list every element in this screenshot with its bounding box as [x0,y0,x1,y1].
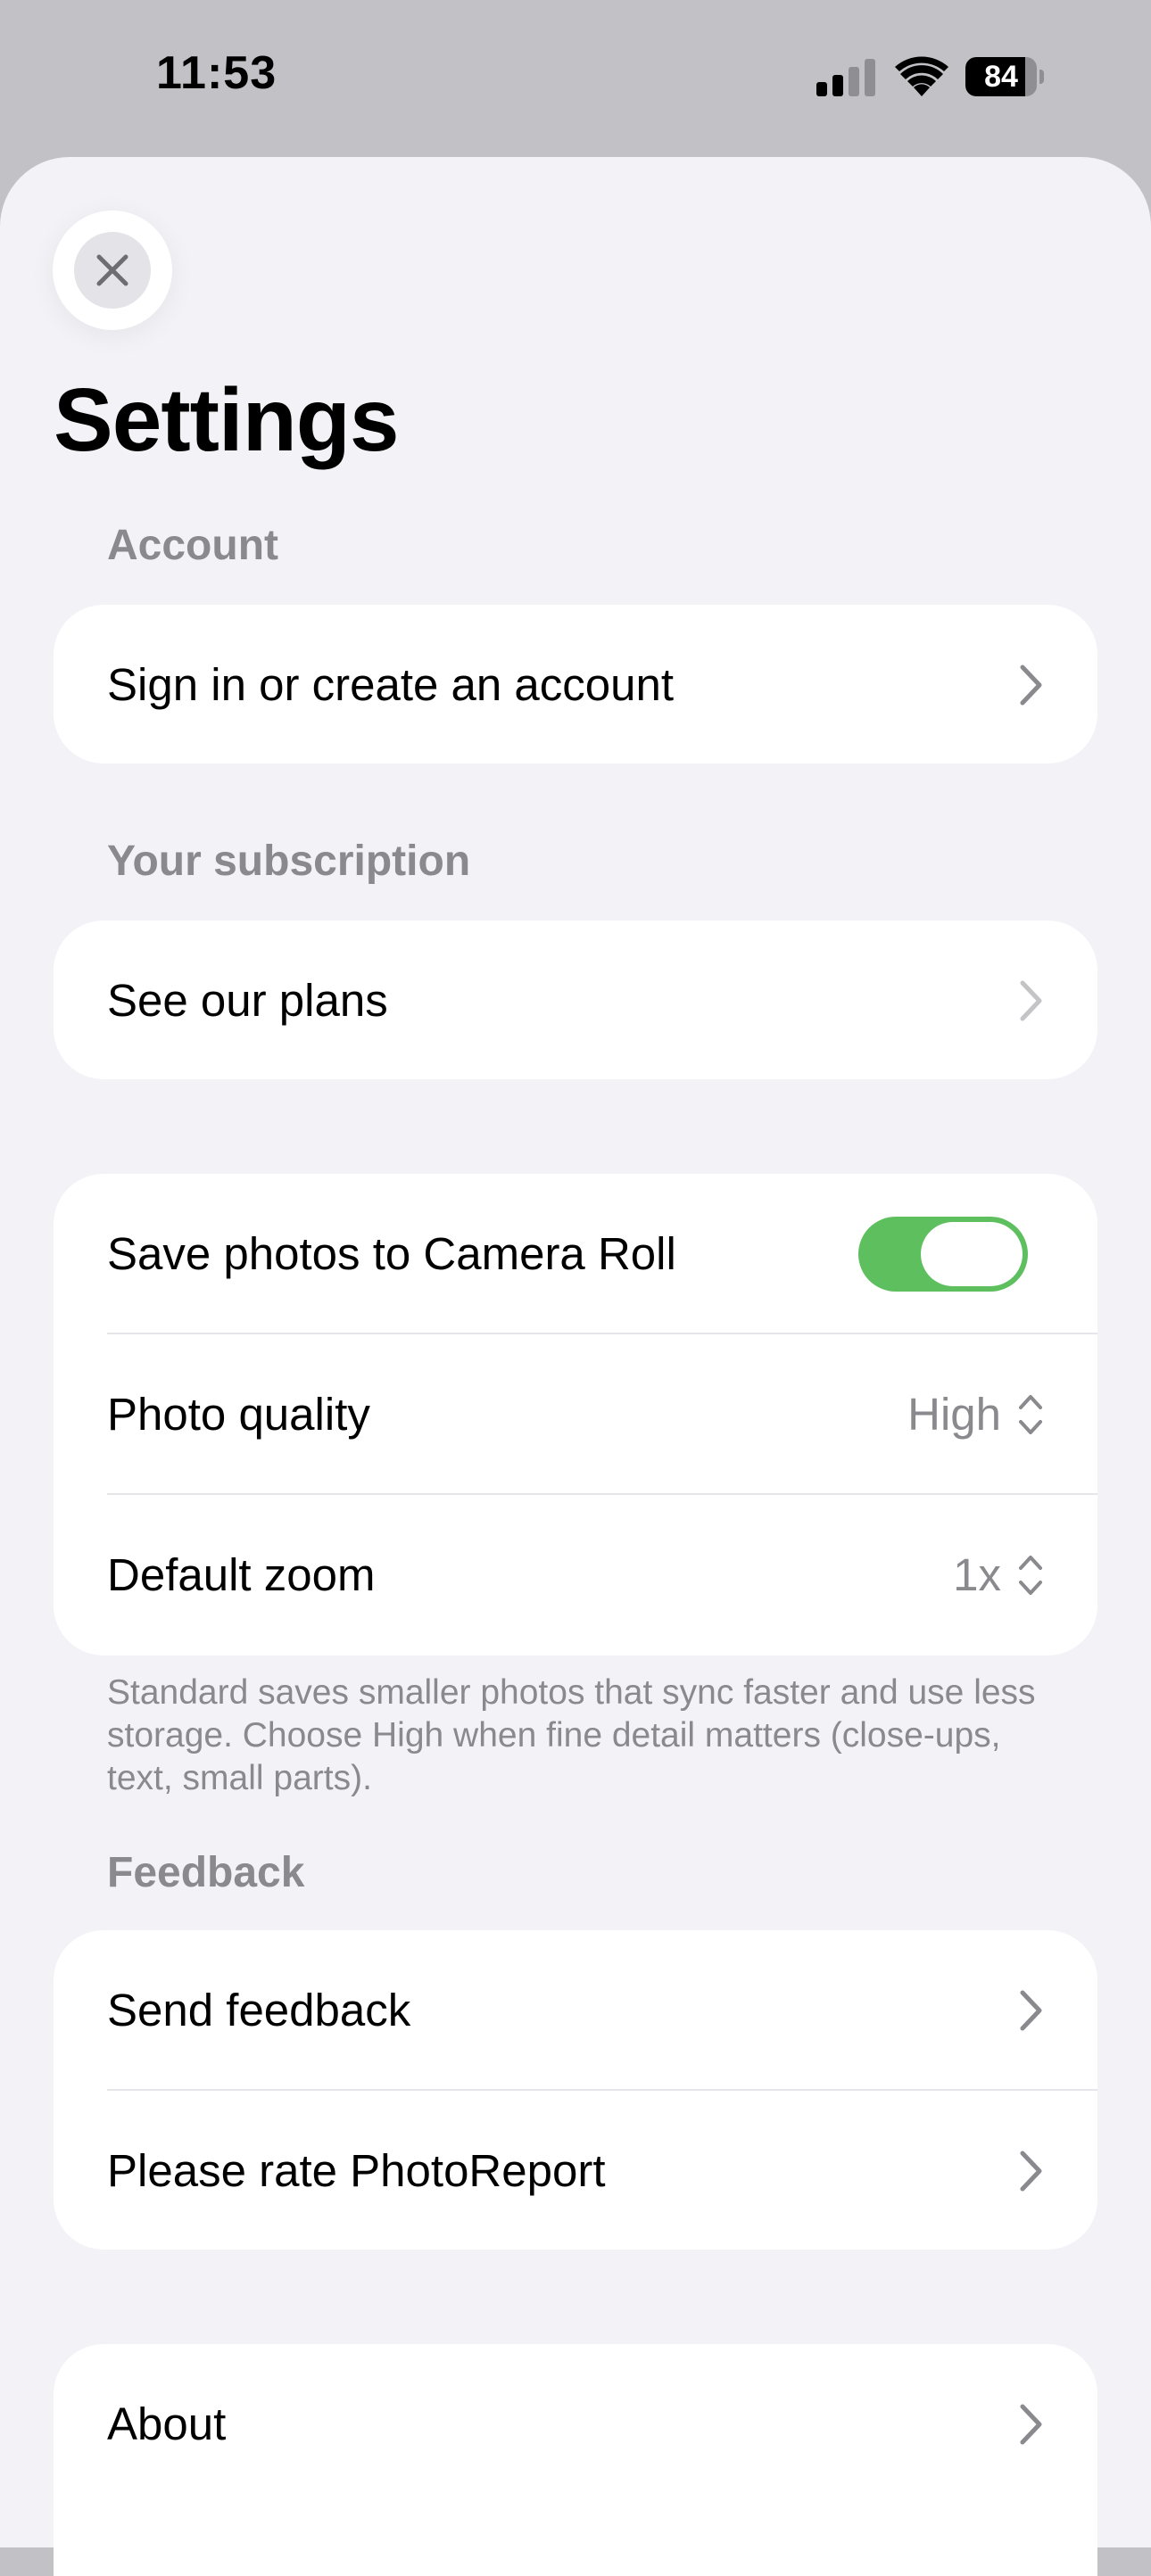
photo-settings-card: Save photos to Camera Roll Photo quality… [54,1174,1097,1655]
save-to-camera-roll-row: Save photos to Camera Roll [54,1174,1097,1334]
photo-quality-value: High [907,1389,1001,1440]
save-to-camera-roll-toggle[interactable] [858,1217,1028,1292]
save-to-camera-roll-label: Save photos to Camera Roll [107,1228,676,1279]
chevron-up-down-icon [1019,1395,1042,1434]
chevron-right-icon [1020,665,1042,706]
status-time: 11:53 [156,47,277,99]
default-zoom-value: 1x [953,1549,1001,1600]
photo-quality-row[interactable]: Photo quality High [54,1334,1097,1495]
subscription-card: See our plans [54,921,1097,1079]
feedback-card: Send feedback Please rate PhotoReport [54,1930,1097,2250]
cellular-signal-icon [816,59,875,96]
about-label: About [107,2398,227,2449]
xmark-icon [96,254,128,286]
chevron-right-icon [1020,980,1042,1021]
rate-app-row[interactable]: Please rate PhotoReport [54,2091,1097,2251]
rate-app-label: Please rate PhotoReport [107,2145,606,2196]
close-button[interactable] [53,211,172,330]
send-feedback-row[interactable]: Send feedback [54,1930,1097,2091]
see-plans-row[interactable]: See our plans [54,921,1097,1081]
send-feedback-label: Send feedback [107,1985,411,2035]
section-header-feedback: Feedback [107,1849,305,1896]
default-zoom-row[interactable]: Default zoom 1x [54,1495,1097,1655]
photo-quality-label: Photo quality [107,1389,370,1440]
toggle-knob [921,1222,1023,1286]
about-card: About [54,2344,1097,2576]
page-title: Settings [54,370,399,470]
wifi-icon [895,56,948,96]
status-bar: 11:53 84 [0,0,1151,157]
photo-quality-footnote: Standard saves smaller photos that sync … [107,1673,1036,1797]
battery-icon: 84 [965,57,1037,96]
about-row[interactable]: About [54,2344,1097,2505]
see-plans-label: See our plans [107,975,388,1026]
chevron-right-icon [1020,2151,1042,2192]
chevron-up-down-icon [1019,1556,1042,1595]
section-header-subscription: Your subscription [107,838,471,885]
sign-in-label: Sign in or create an account [107,659,675,710]
chevron-right-icon [1020,2404,1042,2445]
section-header-account: Account [107,522,278,569]
chevron-right-icon [1020,1990,1042,2031]
battery-percent: 84 [984,60,1018,94]
battery-indicator: 84 [965,57,1044,96]
default-zoom-label: Default zoom [107,1549,376,1600]
sign-in-row[interactable]: Sign in or create an account [54,605,1097,765]
account-card: Sign in or create an account [54,605,1097,764]
